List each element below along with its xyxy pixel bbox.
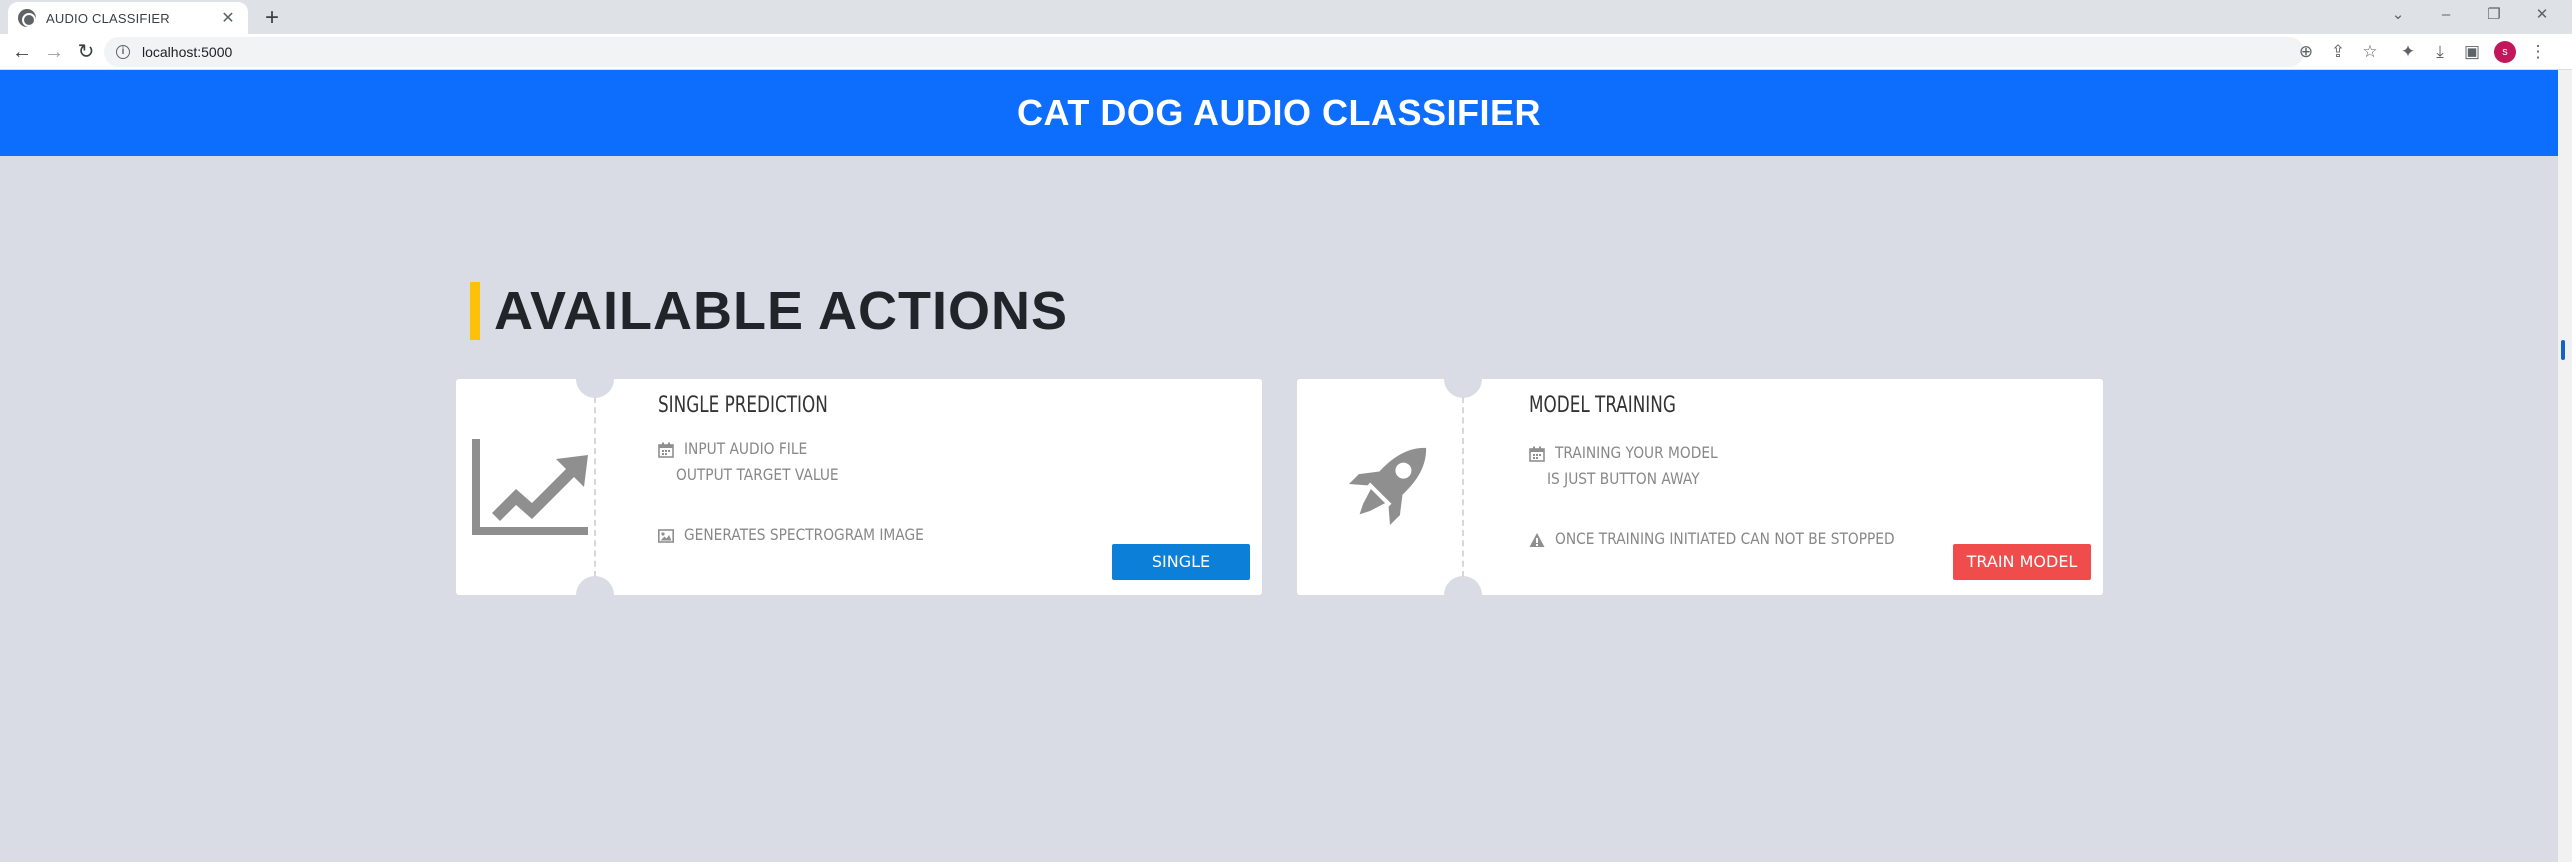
card-notch-top xyxy=(1444,379,1482,398)
site-info-icon[interactable]: i xyxy=(116,45,130,59)
rocket-icon xyxy=(1335,429,1455,549)
card-line-2: OUTPUT TARGET VALUE xyxy=(676,465,839,484)
calendar-icon xyxy=(658,442,674,458)
restore-icon[interactable]: ❐ xyxy=(2470,0,2518,30)
zoom-icon[interactable]: ⊕ xyxy=(2294,40,2318,64)
reload-icon[interactable]: ↻ xyxy=(72,38,100,66)
tab-search-icon[interactable]: ⌄ xyxy=(2374,0,2422,30)
model-training-card: MODEL TRAINING TRAINING YOUR MODEL IS JU… xyxy=(1297,379,2103,595)
card-divider xyxy=(594,397,596,577)
card-line-2: IS JUST BUTTON AWAY xyxy=(1547,469,1700,488)
card-line-1: TRAINING YOUR MODEL xyxy=(1555,443,1718,462)
card-line-3: GENERATES SPECTROGRAM IMAGE xyxy=(684,525,924,544)
card-line-3: ONCE TRAINING INITIATED CAN NOT BE STOPP… xyxy=(1555,529,1895,548)
card-title: SINGLE PREDICTION xyxy=(658,393,828,418)
side-panel-icon[interactable]: ▣ xyxy=(2460,40,2484,64)
minimize-icon[interactable]: – xyxy=(2422,0,2470,30)
address-bar[interactable]: i localhost:5000 xyxy=(104,37,2304,67)
line-chart-icon xyxy=(470,429,590,549)
extensions-icon[interactable]: ✦ xyxy=(2396,40,2420,64)
share-icon[interactable]: ⇪ xyxy=(2326,40,2350,64)
scrollbar-thumb[interactable] xyxy=(2561,340,2565,360)
globe-icon xyxy=(18,9,36,27)
browser-tab[interactable]: AUDIO CLASSIFIER ✕ xyxy=(8,2,248,34)
browser-tab-strip: AUDIO CLASSIFIER ✕ + ⌄ – ❐ ✕ xyxy=(0,0,2572,34)
close-window-icon[interactable]: ✕ xyxy=(2518,0,2566,30)
single-prediction-card: SINGLE PREDICTION INPUT AUDIO FILE OUTPU… xyxy=(456,379,1262,595)
section-title: AVAILABLE ACTIONS xyxy=(494,281,1068,341)
tab-close-icon[interactable]: ✕ xyxy=(218,8,238,28)
calendar-icon xyxy=(1529,446,1545,462)
single-prediction-button[interactable]: SINGLE PREDICTION xyxy=(1112,544,1250,595)
card-notch-bottom xyxy=(576,576,614,595)
tab-title: AUDIO CLASSIFIER xyxy=(46,10,170,26)
browser-toolbar: ← → ↻ i localhost:5000 ⊕ ⇪ ☆ ✦ ⤓ ▣ s ⋮ xyxy=(0,34,2572,70)
bookmark-star-icon[interactable]: ☆ xyxy=(2358,40,2382,64)
section-heading: AVAILABLE ACTIONS xyxy=(470,280,1068,342)
card-notch-bottom xyxy=(1444,576,1482,595)
page-content: CAT DOG AUDIO CLASSIFIER AVAILABLE ACTIO… xyxy=(0,70,2558,862)
card-title: MODEL TRAINING xyxy=(1529,393,1676,418)
back-icon[interactable]: ← xyxy=(8,38,36,66)
page-scrollbar[interactable] xyxy=(2558,70,2572,862)
profile-avatar[interactable]: s xyxy=(2494,41,2516,63)
image-icon xyxy=(658,528,674,544)
menu-icon[interactable]: ⋮ xyxy=(2526,40,2550,64)
warning-icon xyxy=(1529,532,1545,548)
card-line-1: INPUT AUDIO FILE xyxy=(684,439,808,458)
url-text: localhost:5000 xyxy=(142,44,233,60)
card-notch-top xyxy=(576,379,614,398)
header-banner: CAT DOG AUDIO CLASSIFIER xyxy=(0,70,2558,156)
forward-icon[interactable]: → xyxy=(40,38,68,66)
new-tab-button[interactable]: + xyxy=(258,4,286,32)
download-icon[interactable]: ⤓ xyxy=(2428,40,2452,64)
train-model-button[interactable]: TRAIN MODEL xyxy=(1953,544,2091,580)
accent-bar xyxy=(470,282,480,340)
card-divider xyxy=(1462,397,1464,577)
page-title: CAT DOG AUDIO CLASSIFIER xyxy=(1017,92,1541,133)
